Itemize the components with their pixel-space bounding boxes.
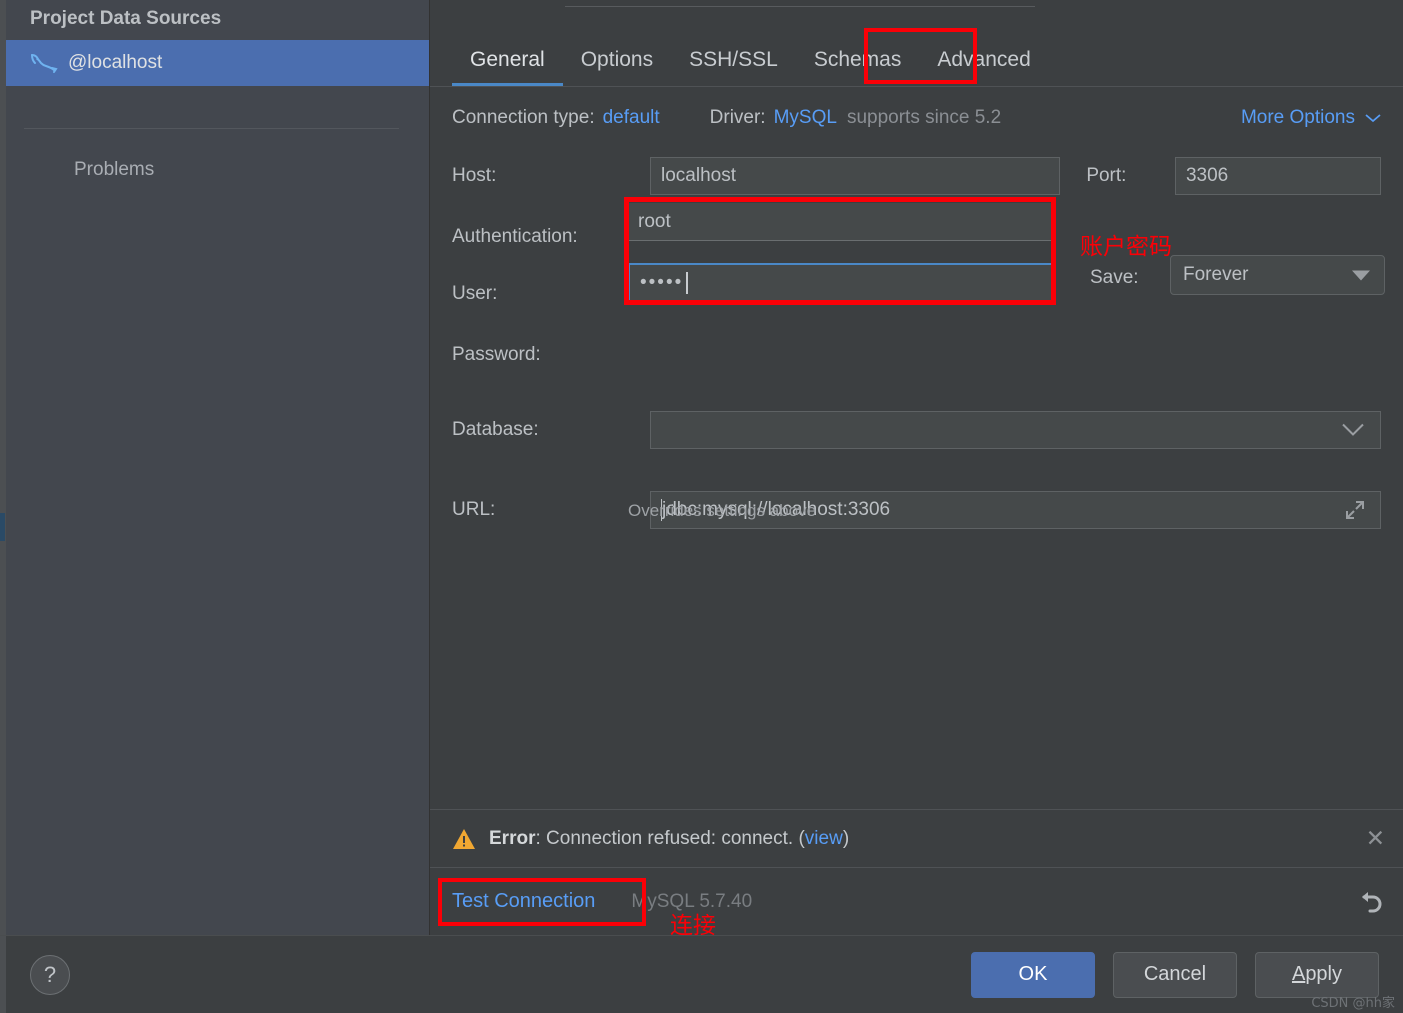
url-hint: Overrides settings above <box>628 501 817 520</box>
sidebar-item-label: @localhost <box>68 52 163 73</box>
credentials-block: root ••••• <box>628 203 1053 303</box>
more-options-label: More Options <box>1240 107 1355 128</box>
test-connection-bar: Test Connection MySQL 5.7.40 连接 <box>430 867 1403 939</box>
text-caret <box>686 272 689 294</box>
sidebar-item-problems[interactable]: Problems <box>0 129 429 181</box>
url-row: URL: jdbc:mysql://localhost:3306 <box>452 491 1381 529</box>
apply-label-rest: pply <box>1305 963 1343 985</box>
connection-form: Host: localhost Port: 3306 Authenticatio… <box>430 129 1403 809</box>
port-input[interactable]: 3306 <box>1174 157 1381 195</box>
revert-icon[interactable] <box>1355 887 1385 917</box>
tab-schemas[interactable]: Schemas <box>796 48 920 86</box>
connection-info-row: Connection type: default Driver: MySQL s… <box>430 87 1403 129</box>
tab-options[interactable]: Options <box>563 48 671 86</box>
tab-advanced[interactable]: Advanced <box>919 48 1048 86</box>
data-sources-dialog: Project Data Sources @localhost Problems <box>0 0 1403 1013</box>
user-label: User: <box>452 283 498 304</box>
chevron-down-icon <box>1365 114 1381 123</box>
error-banner: Error : Connection refused: connect. ( v… <box>430 809 1403 867</box>
annotation-credentials-text: 账户密码 <box>1080 234 1172 260</box>
expand-icon[interactable] <box>1344 499 1366 521</box>
save-select[interactable]: Forever <box>1170 255 1385 295</box>
mysql-dolphin-icon <box>28 48 62 78</box>
settings-tabs: General Options SSH/SSL Schemas Advanced <box>430 0 1403 86</box>
password-masked-value: ••••• <box>640 272 684 293</box>
dialog-body: Project Data Sources @localhost Problems <box>0 0 1403 939</box>
tab-ssh-ssl[interactable]: SSH/SSL <box>671 48 796 86</box>
close-icon[interactable]: ✕ <box>1366 825 1385 852</box>
host-input[interactable]: localhost <box>650 157 1061 195</box>
dropdown-caret-icon <box>1352 270 1370 281</box>
test-connection-button[interactable]: Test Connection <box>452 890 595 913</box>
dialog-footer: ? OK Cancel Apply CSDN @hh家 <box>0 935 1403 1013</box>
database-input[interactable] <box>650 411 1381 449</box>
warning-triangle-icon <box>453 828 475 849</box>
footer-left-edge <box>0 936 6 1013</box>
authentication-label: Authentication: <box>452 226 578 247</box>
password-label: Password: <box>452 344 541 365</box>
port-label: Port: <box>1086 165 1127 186</box>
scroll-indicator <box>0 513 5 541</box>
sidebar-item-localhost[interactable]: @localhost <box>0 40 429 86</box>
driver-value[interactable]: MySQL <box>774 107 837 129</box>
password-row: Password: <box>452 335 1381 375</box>
tab-general[interactable]: General <box>452 48 563 86</box>
more-options-button[interactable]: More Options <box>1241 107 1381 129</box>
host-label: Host: <box>452 165 497 186</box>
sidebar-left-edge <box>0 0 6 935</box>
apply-mnemonic: A <box>1291 963 1306 985</box>
watermark: CSDN @hh家 <box>1311 996 1395 1011</box>
password-input[interactable]: ••••• <box>628 263 1053 303</box>
connection-type-label: Connection type: <box>452 107 595 128</box>
help-button[interactable]: ? <box>30 954 70 995</box>
host-row: Host: localhost Port: 3306 <box>452 157 1381 195</box>
dialog-actions: OK Cancel Apply <box>971 951 1379 998</box>
error-label: Error <box>489 827 536 849</box>
connection-type-value[interactable]: default <box>603 107 660 129</box>
save-value: Forever <box>1183 264 1249 285</box>
database-row: Database: <box>452 411 1381 449</box>
database-label: Database: <box>452 419 539 440</box>
sidebar-title: Project Data Sources <box>30 8 222 29</box>
error-message-suffix: ) <box>842 827 850 849</box>
driver-label: Driver: <box>709 107 766 128</box>
error-message: : Connection refused: connect. ( <box>535 827 805 849</box>
credentials-gap <box>628 241 1053 263</box>
ok-button[interactable]: OK <box>971 951 1095 998</box>
general-settings-panel: General Options SSH/SSL Schemas Advanced… <box>430 0 1403 939</box>
url-label: URL: <box>452 499 496 520</box>
apply-button[interactable]: Apply <box>1255 951 1379 998</box>
user-input[interactable]: root <box>628 203 1053 241</box>
error-view-link[interactable]: view <box>805 828 843 850</box>
chevron-down-icon <box>1342 423 1364 436</box>
data-sources-sidebar: Project Data Sources @localhost Problems <box>0 0 430 935</box>
cancel-button[interactable]: Cancel <box>1113 951 1237 998</box>
driver-support-note: supports since 5.2 <box>846 107 1002 128</box>
save-label: Save: <box>1090 267 1139 288</box>
